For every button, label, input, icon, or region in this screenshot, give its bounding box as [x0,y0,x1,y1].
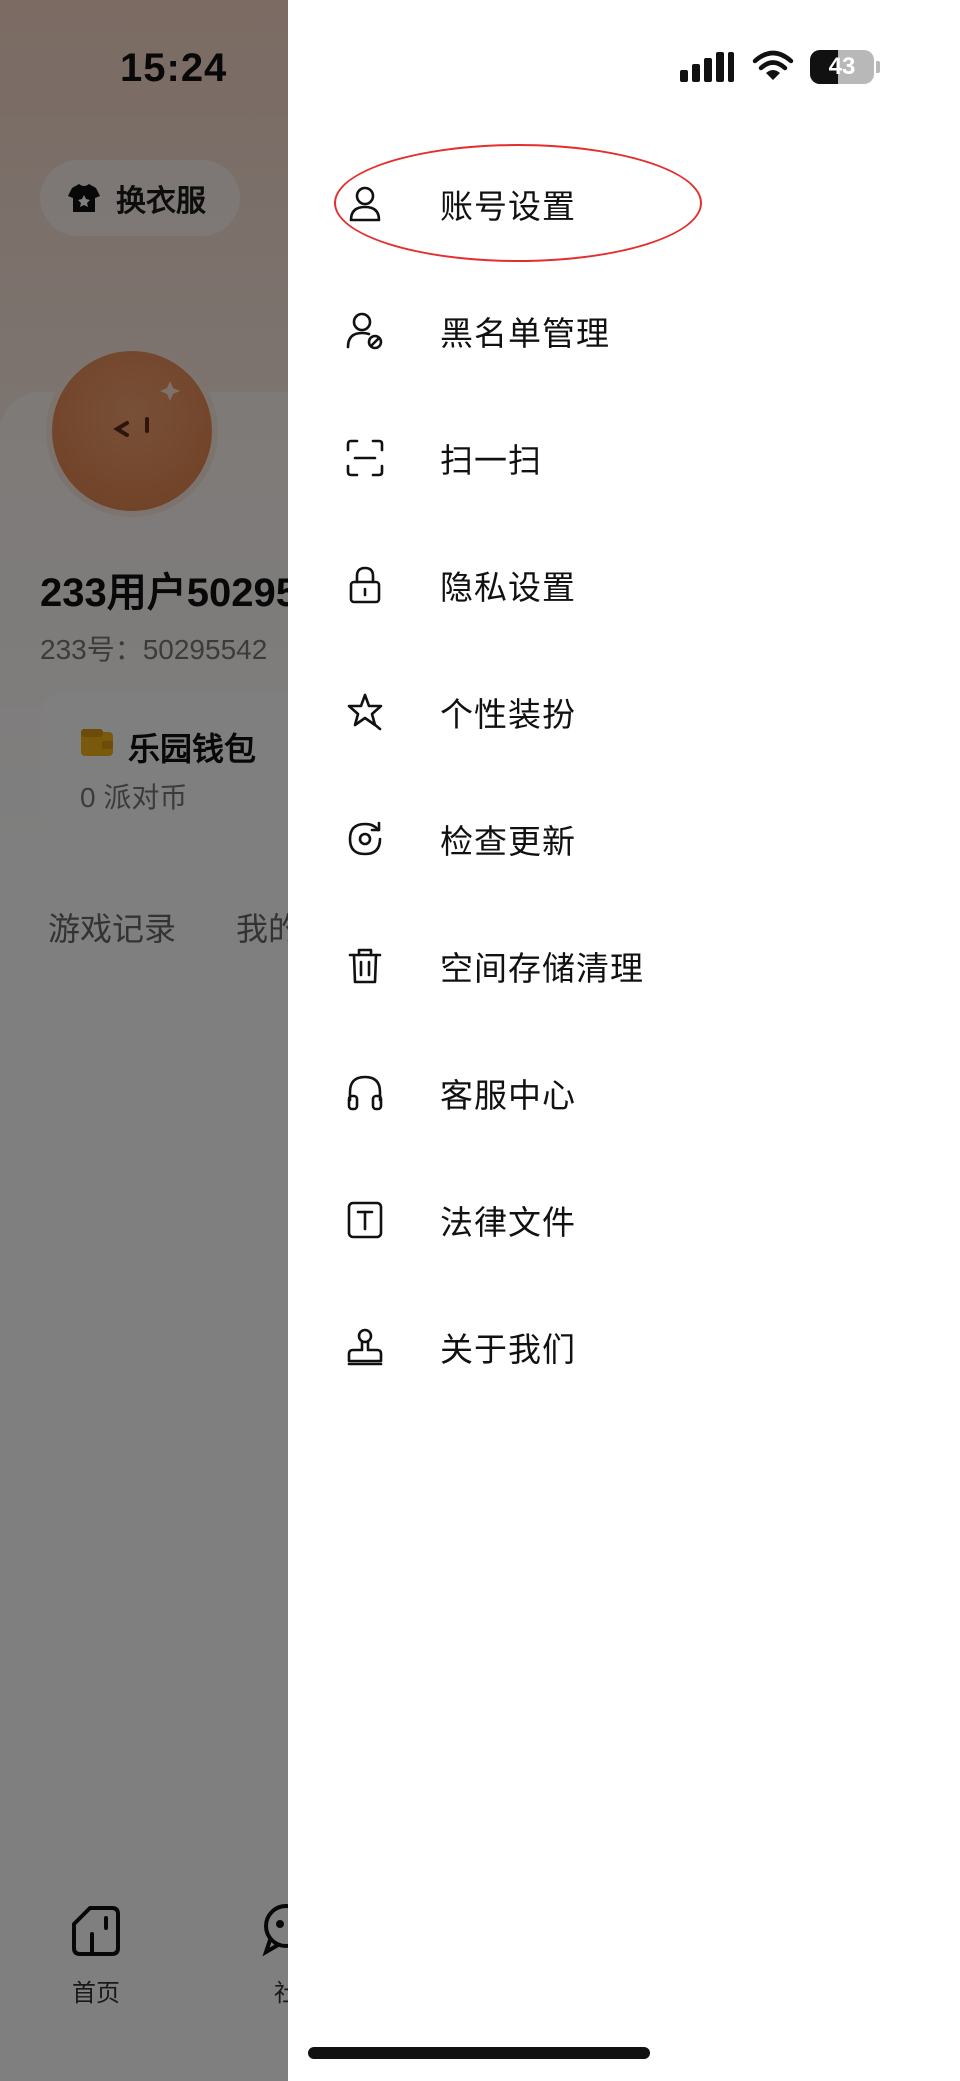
highlight-annotation [334,144,702,262]
battery-percent: 43 [828,53,856,80]
home-indicator[interactable] [308,2047,650,2059]
menu-item-scan[interactable]: 扫一扫 [288,394,960,521]
settings-menu: 账号设置 黑名单管理 扫一扫 隐私设置 个性装扮 检查更新 空间存储清理 客服中… [288,140,960,1410]
settings-drawer: 43 账号设置 黑名单管理 扫一扫 隐私设置 个性装扮 检查更新 空间存储清理 … [288,0,960,2081]
menu-item-blacklist[interactable]: 黑名单管理 [288,267,960,394]
cellular-signal-icon [680,52,734,82]
status-indicators: 43 [680,50,880,84]
scan-icon [344,437,386,479]
menu-item-check-update[interactable]: 检查更新 [288,775,960,902]
battery-tip [876,61,880,73]
menu-item-label: 关于我们 [440,1330,576,1368]
menu-item-label: 客服中心 [440,1076,576,1114]
menu-item-label: 个性装扮 [440,695,576,733]
lock-icon [344,564,386,606]
menu-item-label: 隐私设置 [440,568,576,606]
menu-item-about[interactable]: 关于我们 [288,1283,960,1410]
menu-item-storage-clean[interactable]: 空间存储清理 [288,902,960,1029]
battery-icon: 43 [810,50,874,84]
headset-icon [344,1072,386,1114]
about-icon [344,1326,386,1368]
menu-item-label: 黑名单管理 [440,314,610,352]
user-block-icon [344,310,386,352]
menu-item-label: 扫一扫 [440,441,542,479]
menu-item-label: 空间存储清理 [440,949,644,987]
star-icon [344,691,386,733]
menu-item-privacy[interactable]: 隐私设置 [288,521,960,648]
refresh-icon [344,818,386,860]
menu-item-label: 法律文件 [440,1203,576,1241]
menu-item-personalize[interactable]: 个性装扮 [288,648,960,775]
menu-item-legal[interactable]: 法律文件 [288,1156,960,1283]
text-document-icon [344,1199,386,1241]
wifi-icon [752,50,794,80]
trash-icon [344,945,386,987]
menu-item-customer-service[interactable]: 客服中心 [288,1029,960,1156]
menu-item-label: 检查更新 [440,822,576,860]
